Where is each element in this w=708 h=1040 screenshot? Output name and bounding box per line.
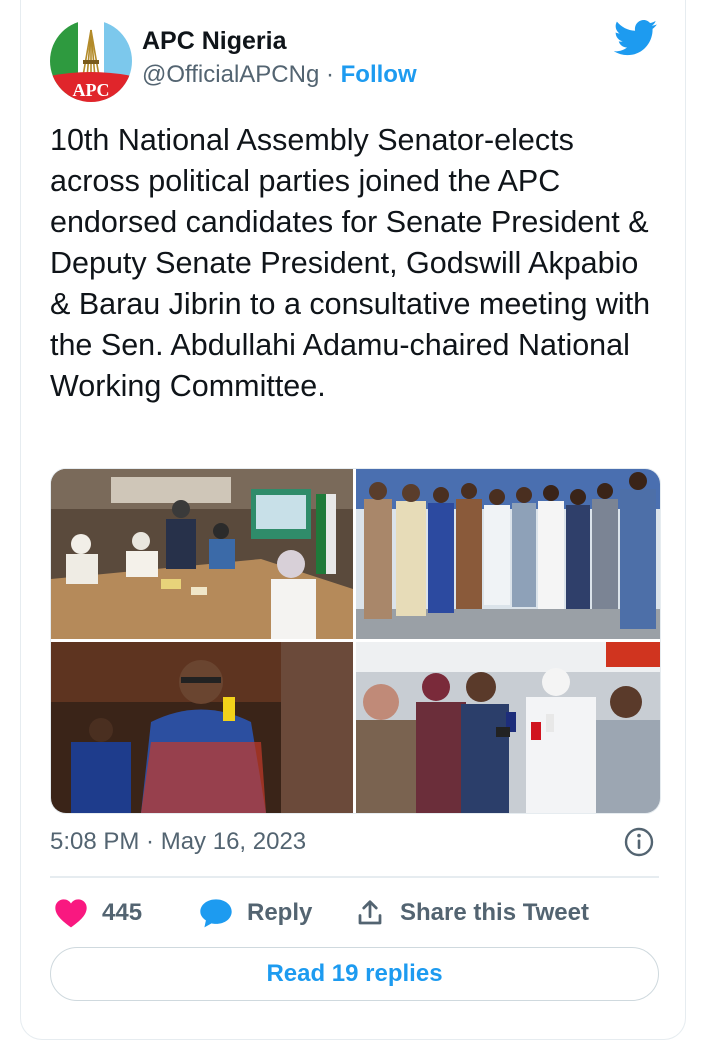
- reply-label: Reply: [247, 899, 313, 926]
- reply-bubble-icon: [200, 899, 232, 928]
- heart-icon: [55, 899, 87, 928]
- reply-action[interactable]: Reply: [199, 897, 312, 929]
- read-replies-button[interactable]: Read 19 replies: [50, 947, 659, 1001]
- divider: [50, 876, 659, 878]
- tweet-timestamp[interactable]: 5:08 PM · May 16, 2023: [50, 828, 306, 856]
- separator: ·: [319, 61, 341, 88]
- apc-logo: APC: [50, 20, 132, 102]
- share-action[interactable]: Share this Tweet: [354, 897, 589, 929]
- share-label: Share this Tweet: [400, 899, 589, 926]
- author-handle[interactable]: @OfficialAPCNg: [142, 61, 319, 88]
- svg-text:APC: APC: [73, 80, 110, 100]
- tweet-text: 10th National Assembly Senator-elects ac…: [50, 123, 651, 403]
- avatar[interactable]: APC: [50, 20, 132, 102]
- follow-button[interactable]: Follow: [341, 61, 417, 88]
- twitter-bird-icon[interactable]: [614, 20, 658, 56]
- media-grid: [50, 468, 661, 814]
- like-count: 445: [102, 899, 143, 926]
- info-icon[interactable]: [623, 826, 655, 858]
- photo-meeting-table[interactable]: [51, 469, 353, 639]
- like-action[interactable]: 445: [54, 897, 142, 929]
- author-handle-row: @OfficialAPCNg · Follow: [142, 61, 417, 89]
- share-icon: [358, 900, 382, 925]
- photo-press-interview[interactable]: [356, 642, 660, 813]
- photo-woman-speaking[interactable]: [51, 642, 353, 813]
- photo-group-standing[interactable]: [356, 469, 660, 639]
- author-name[interactable]: APC Nigeria: [142, 27, 286, 56]
